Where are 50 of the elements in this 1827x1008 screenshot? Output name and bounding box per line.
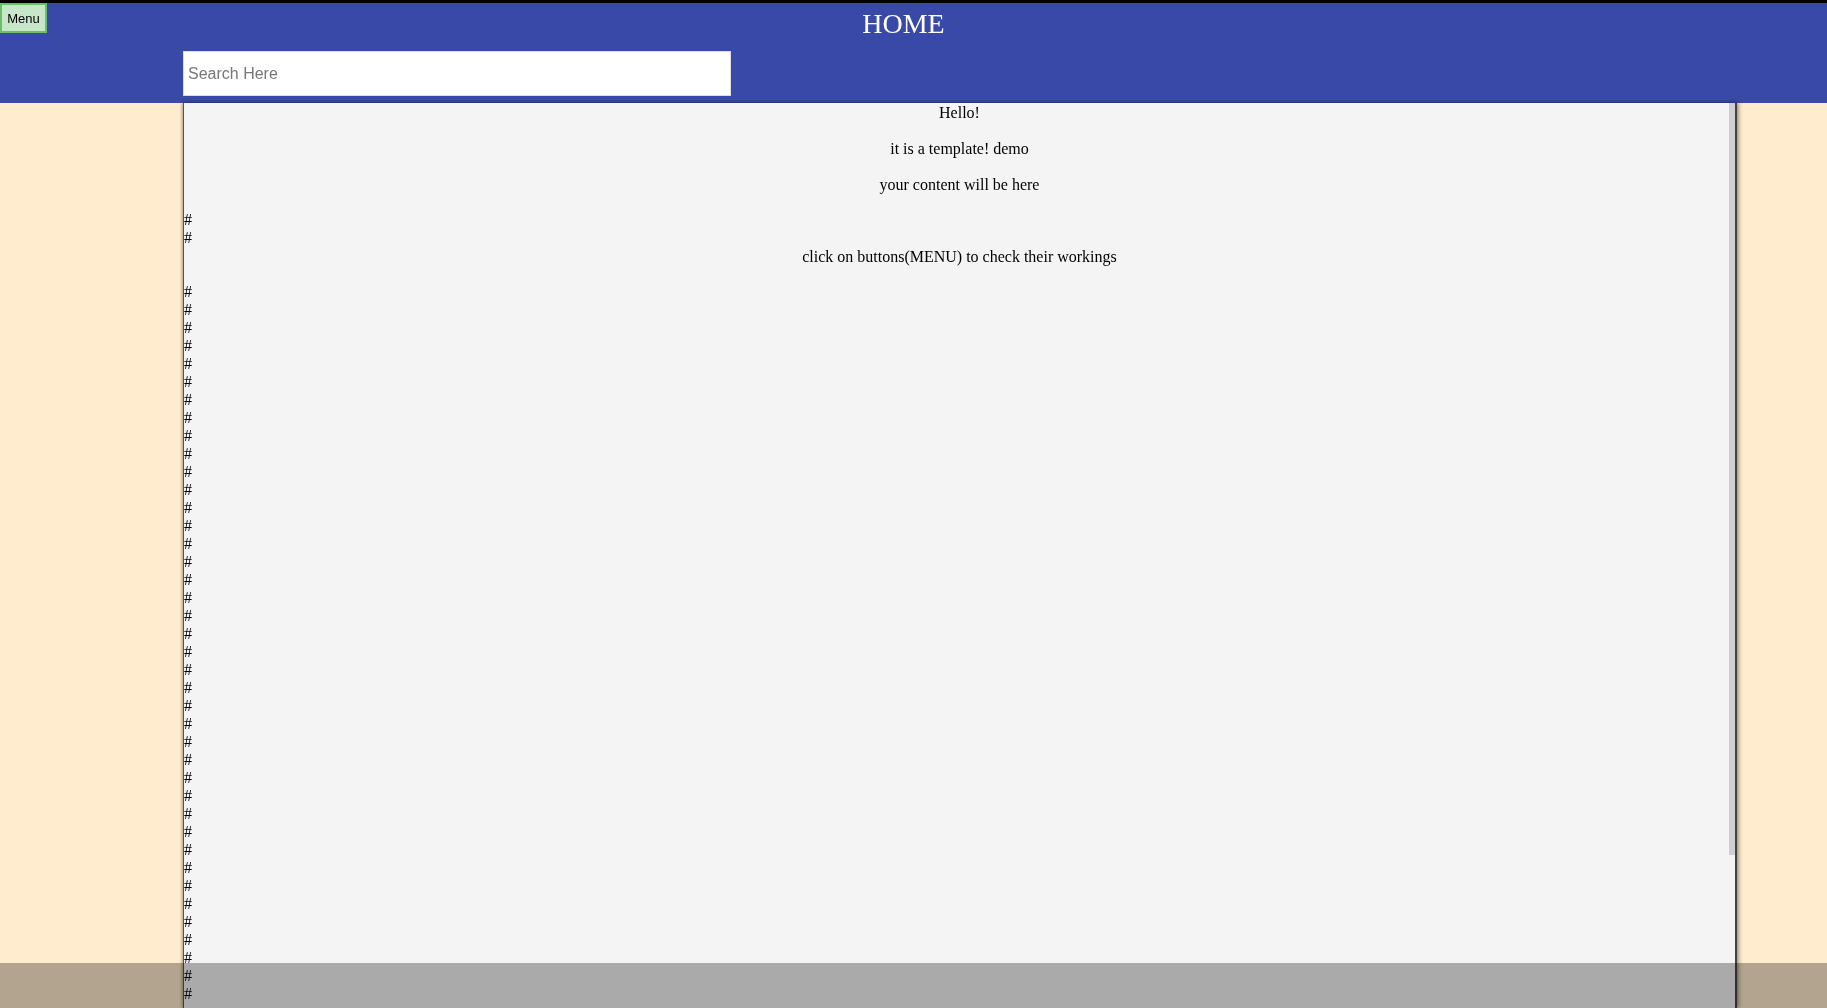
hash-mark: # bbox=[184, 409, 192, 427]
hash-mark: # bbox=[184, 787, 192, 805]
hash-mark: # bbox=[184, 517, 192, 535]
hash-mark: # bbox=[184, 913, 192, 931]
hash-mark: # bbox=[184, 661, 192, 679]
content-text: it is a template! demo bbox=[889, 139, 1030, 159]
hash-mark: # bbox=[184, 697, 192, 715]
hash-mark: # bbox=[184, 319, 192, 337]
content-text: click on buttons(MENU) to check their workings bbox=[801, 247, 1118, 267]
hash-mark: # bbox=[184, 751, 192, 769]
hash-mark: # bbox=[184, 481, 192, 499]
hash-mark: # bbox=[184, 877, 192, 895]
hash-mark: # bbox=[184, 805, 192, 823]
hash-mark: # bbox=[184, 967, 192, 985]
hash-mark: # bbox=[184, 283, 192, 301]
page-title: HOME bbox=[862, 7, 945, 41]
hash-mark: # bbox=[184, 895, 192, 913]
hash-mark: # bbox=[184, 445, 192, 463]
hash-mark: # bbox=[184, 985, 192, 1003]
hash-mark: # bbox=[184, 607, 192, 625]
search-field[interactable]: Search Here bbox=[183, 51, 731, 96]
hash-mark: # bbox=[184, 715, 192, 733]
hash-mark: # bbox=[184, 823, 192, 841]
hash-mark: # bbox=[184, 949, 192, 967]
hash-mark: # bbox=[184, 589, 192, 607]
hash-mark: # bbox=[184, 841, 192, 859]
hash-mark: # bbox=[184, 463, 192, 481]
hash-mark: # bbox=[184, 301, 192, 319]
hash-mark: # bbox=[184, 211, 192, 229]
hash-mark: # bbox=[184, 535, 192, 553]
hash-mark: # bbox=[184, 337, 192, 355]
hash-mark: # bbox=[184, 229, 192, 247]
hash-mark: # bbox=[184, 553, 192, 571]
hash-mark: # bbox=[184, 499, 192, 517]
hash-mark: # bbox=[184, 571, 192, 589]
hash-mark: # bbox=[184, 859, 192, 877]
hash-mark: # bbox=[184, 643, 192, 661]
content-text: your content will be here bbox=[878, 175, 1041, 195]
hash-mark: # bbox=[184, 733, 192, 751]
hash-mark: # bbox=[184, 625, 192, 643]
hash-mark: # bbox=[184, 769, 192, 787]
hash-mark: # bbox=[184, 931, 192, 949]
hash-mark: # bbox=[184, 679, 192, 697]
hash-mark: # bbox=[184, 355, 192, 373]
hash-mark: # bbox=[184, 391, 192, 409]
hash-mark: # bbox=[184, 373, 192, 391]
content-text: Hello! bbox=[938, 103, 981, 123]
menu-button[interactable]: Menu bbox=[0, 3, 47, 33]
scrollbar-thumb[interactable] bbox=[1729, 103, 1735, 855]
hash-mark: # bbox=[184, 427, 192, 445]
